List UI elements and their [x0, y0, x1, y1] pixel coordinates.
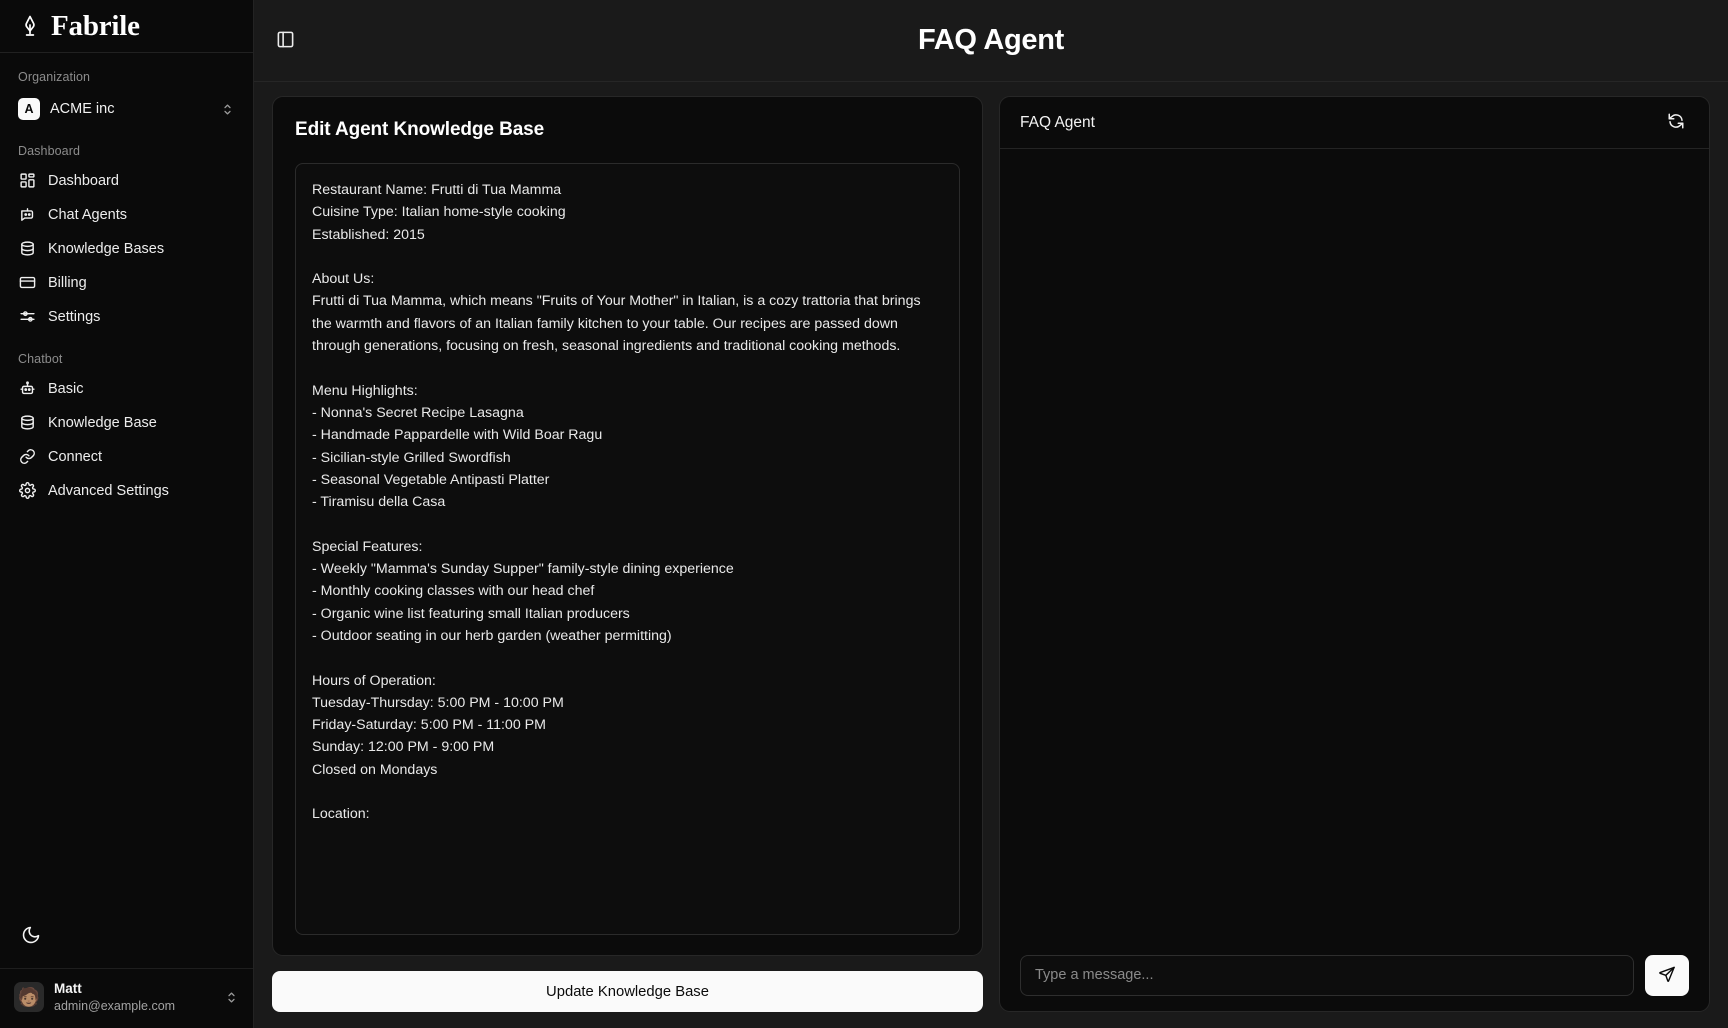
sidebar-item-label: Settings: [48, 308, 101, 325]
chat-message-input[interactable]: [1020, 954, 1634, 996]
sidebar-item-knowledge-base[interactable]: Knowledge Base: [10, 407, 243, 438]
chat-input-row: [1000, 939, 1709, 1011]
sidebar-item-label: Chat Agents: [48, 206, 127, 223]
knowledge-base-panel-title: Edit Agent Knowledge Base: [295, 119, 545, 140]
reset-conversation-button[interactable]: [1663, 110, 1689, 136]
sidebar-item-label: Advanced Settings: [48, 482, 169, 499]
chevron-up-down-icon: [220, 102, 235, 117]
sidebar-item-advanced-settings[interactable]: Advanced Settings: [10, 475, 243, 506]
sidebar-item-basic[interactable]: Basic: [10, 373, 243, 404]
dashboard-nav: Dashboard Chat Agents Knowledge Bases Bi…: [0, 165, 253, 335]
knowledge-base-column: Edit Agent Knowledge Base Update Knowled…: [272, 96, 983, 1012]
sidebar-item-label: Dashboard: [48, 172, 119, 189]
topbar: FAQ Agent: [254, 0, 1728, 82]
theme-toggle-row: [0, 914, 253, 969]
sidebar-item-label: Connect: [48, 448, 103, 465]
bot-message-icon: [19, 206, 36, 223]
organization-name: ACME inc: [50, 101, 115, 117]
update-knowledge-base-button[interactable]: Update Knowledge Base: [272, 971, 983, 1012]
layout-dashboard-icon: [19, 172, 36, 189]
sidebar-item-knowledge-bases[interactable]: Knowledge Bases: [10, 233, 243, 264]
sidebar-item-settings[interactable]: Settings: [10, 301, 243, 332]
sidebar-item-dashboard[interactable]: Dashboard: [10, 165, 243, 196]
chat-header: FAQ Agent: [1000, 97, 1709, 149]
sliders-icon: [19, 308, 36, 325]
sidebar-item-billing[interactable]: Billing: [10, 267, 243, 298]
user-email: admin@example.com: [54, 998, 176, 1013]
send-icon: [1658, 965, 1676, 986]
chat-messages-list[interactable]: [1000, 149, 1709, 939]
chatbot-section-label: Chatbot: [18, 352, 63, 366]
sidebar-item-label: Knowledge Base: [48, 414, 157, 431]
app-root: Fabrile Organization A ACME inc Dashboar…: [0, 0, 1728, 1028]
sidebar-item-label: Basic: [48, 380, 84, 397]
sidebar-item-label: Knowledge Bases: [48, 240, 165, 257]
organization-switcher[interactable]: A ACME inc: [10, 91, 243, 127]
sidebar-toggle-button[interactable]: [272, 28, 298, 54]
organization-badge: A: [18, 98, 40, 120]
page-title: FAQ Agent: [917, 24, 1065, 56]
user-profile-row[interactable]: 🧑🏽 Matt admin@example.com: [0, 969, 253, 1028]
credit-card-icon: [19, 274, 36, 291]
send-message-button[interactable]: [1645, 954, 1689, 996]
avatar: 🧑🏽: [14, 982, 44, 1013]
sidebar: Fabrile Organization A ACME inc Dashboar…: [0, 0, 254, 1028]
pen-nib-icon: [18, 14, 42, 38]
content-columns: Edit Agent Knowledge Base Update Knowled…: [254, 82, 1728, 1028]
theme-toggle-button[interactable]: [20, 926, 42, 948]
main-area: FAQ Agent Edit Agent Knowledge Base Upda…: [254, 0, 1728, 1028]
brand-header[interactable]: Fabrile: [0, 0, 253, 53]
database-icon: [19, 240, 36, 257]
user-name: Matt: [54, 980, 82, 996]
brand-name: Fabrile: [51, 9, 140, 42]
sidebar-item-label: Billing: [48, 274, 87, 291]
gear-icon: [19, 482, 36, 499]
chat-agent-name: FAQ Agent: [1020, 113, 1095, 131]
chat-preview-card: FAQ Agent: [999, 96, 1710, 1012]
dashboard-section-label: Dashboard: [18, 144, 81, 158]
user-meta: Matt admin@example.com: [54, 981, 214, 1014]
edit-knowledge-base-card: Edit Agent Knowledge Base: [272, 96, 983, 956]
refresh-icon: [1667, 112, 1685, 133]
sidebar-item-chat-agents[interactable]: Chat Agents: [10, 199, 243, 230]
organization-section-label: Organization: [18, 70, 91, 84]
chatbot-nav: Basic Knowledge Base Connect Advanced Se…: [0, 373, 253, 509]
link-icon: [19, 448, 36, 465]
chevron-up-down-icon: [224, 990, 239, 1005]
knowledge-base-textarea[interactable]: [295, 163, 960, 935]
moon-icon: [21, 925, 41, 948]
bot-icon: [19, 380, 36, 397]
database-icon: [19, 414, 36, 431]
panel-left-icon: [276, 30, 295, 52]
sidebar-item-connect[interactable]: Connect: [10, 441, 243, 472]
chat-column: FAQ Agent: [999, 96, 1710, 1012]
